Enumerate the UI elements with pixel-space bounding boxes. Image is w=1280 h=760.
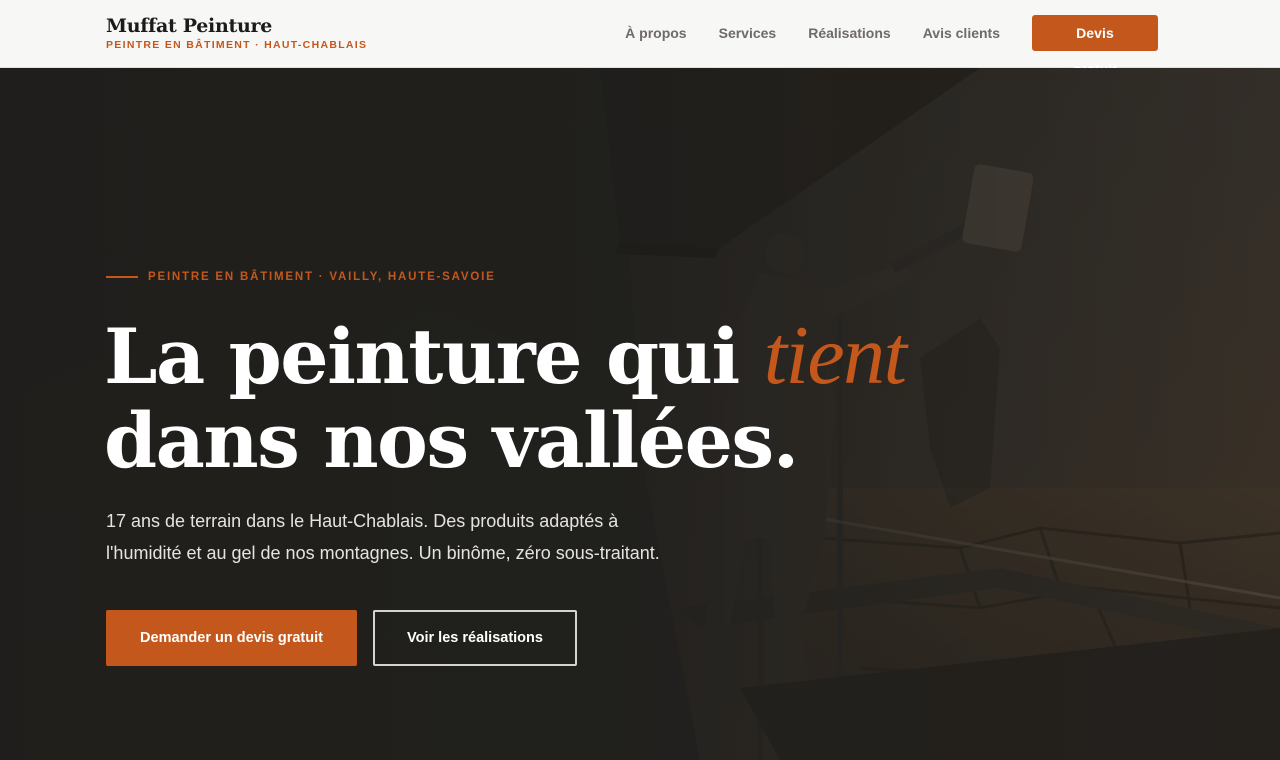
hero-eyebrow: PEINTRE EN BÂTIMENT · VAILLY, HAUTE-SAVO…	[106, 271, 496, 283]
nav-link-a-propos[interactable]: À propos	[625, 25, 686, 41]
hero-headline: La peinture qui tient dans nos vallées.	[104, 314, 1004, 483]
nav-link-services[interactable]: Services	[719, 25, 777, 41]
eyebrow-text: PEINTRE EN BÂTIMENT · VAILLY, HAUTE-SAVO…	[148, 271, 496, 283]
request-quote-button[interactable]: Demander un devis gratuit	[106, 610, 357, 666]
eyebrow-rule	[106, 276, 138, 278]
brand-name: Muffat Peinture	[106, 15, 272, 37]
hero-lead: 17 ans de terrain dans le Haut-Chablais.…	[106, 511, 660, 563]
headline-accent: tient	[763, 309, 907, 402]
devis-gratuit-button[interactable]: Devis gratuit	[1032, 15, 1158, 77]
brand-tagline: PEINTRE EN BÂTIMENT · HAUT-CHABLAIS	[106, 39, 368, 51]
nav-link-realisations[interactable]: Réalisations	[808, 25, 890, 41]
main-nav: À propos Services Réalisations Avis clie…	[625, 15, 1158, 77]
brand-logo[interactable]: Muffat Peinture PEINTRE EN BÂTIMENT · HA…	[106, 15, 367, 52]
site-header: Muffat Peinture PEINTRE EN BÂTIMENT · HA…	[0, 0, 1280, 77]
view-projects-button[interactable]: Voir les réalisations	[373, 610, 577, 666]
headline-part-1: La peinture qui	[104, 312, 764, 401]
nav-link-avis-clients[interactable]: Avis clients	[923, 25, 1000, 41]
hero-section: PEINTRE EN BÂTIMENT · VAILLY, HAUTE-SAVO…	[0, 68, 1280, 760]
headline-part-2: dans nos vallées.	[104, 396, 799, 485]
